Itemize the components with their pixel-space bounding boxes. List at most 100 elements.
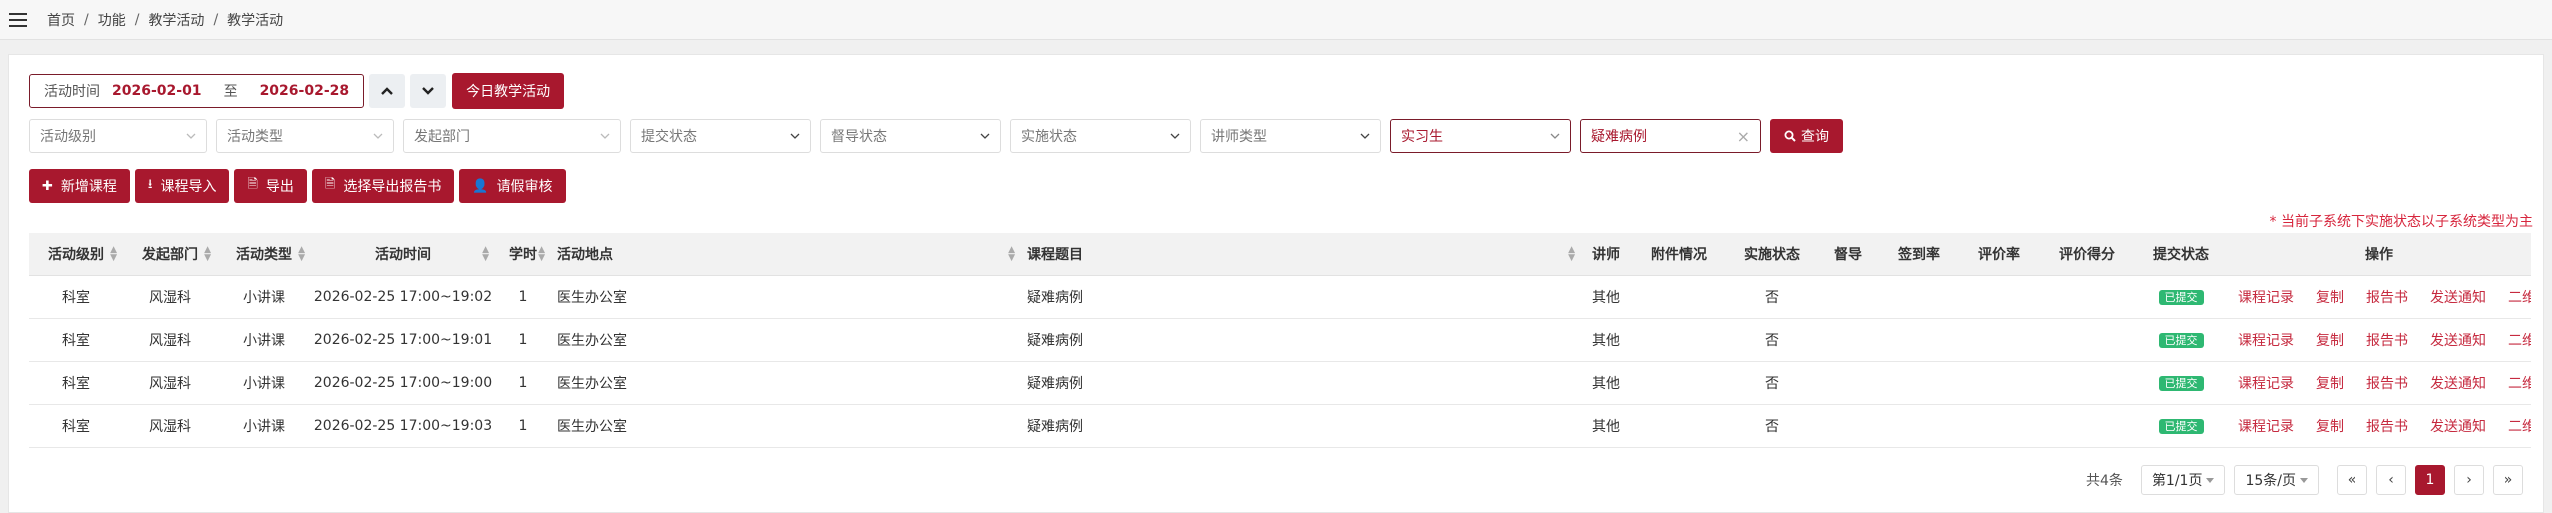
leave-review-button[interactable]: 👤 请假审核	[459, 169, 566, 203]
col-header[interactable]: 活动级别 ▲ ▼	[29, 233, 123, 276]
top-bar: 首页 / 功能 / 教学活动 / 教学活动	[0, 0, 2552, 40]
filter-lecturer-type[interactable]: 讲师类型	[1200, 119, 1381, 153]
op-report[interactable]: 报告书	[2366, 376, 2408, 392]
chevron-down-icon	[2300, 477, 2308, 483]
import-course-button[interactable]: ⭳ 课程导入	[134, 169, 230, 203]
op-course-record[interactable]: 课程记录	[2238, 290, 2294, 306]
col-header-label: 学时	[509, 246, 537, 263]
export-report-button[interactable]: 🗎 选择导出报告书	[311, 169, 455, 203]
op-notify[interactable]: 发送通知	[2430, 333, 2486, 349]
col-header[interactable]: 讲师	[1581, 233, 1631, 276]
op-report[interactable]: 报告书	[2366, 419, 2408, 435]
col-header[interactable]: 评价率	[1959, 233, 2039, 276]
col-header[interactable]: 发起部门 ▲ ▼	[123, 233, 217, 276]
chevron-down-icon	[1170, 133, 1180, 139]
col-header-label: 操作	[2365, 246, 2393, 263]
table-row: 科室 风湿科 小讲课 2026-02-25 17:00~19:00 1 医生办公…	[29, 361, 2531, 404]
plus-icon: ✚	[42, 178, 53, 194]
page-select[interactable]: 第1/1页	[2140, 465, 2226, 495]
cell-score	[2039, 404, 2135, 447]
col-header[interactable]: 活动类型 ▲ ▼	[217, 233, 311, 276]
col-header[interactable]: 实施状态	[1727, 233, 1817, 276]
col-header[interactable]: 签到率	[1879, 233, 1959, 276]
cell-submit: 已提交	[2135, 361, 2227, 404]
first-page-button[interactable]: «	[2337, 465, 2367, 495]
op-qrcode[interactable]: 二维码	[2508, 419, 2531, 435]
col-header[interactable]: 提交状态	[2135, 233, 2227, 276]
op-qrcode[interactable]: 二维码	[2508, 376, 2531, 392]
filter-intern[interactable]: 实习生	[1390, 119, 1571, 153]
col-header-label: 实施状态	[1744, 246, 1800, 263]
sort-icon[interactable]: ▲ ▼	[298, 245, 305, 262]
sort-icon[interactable]: ▲ ▼	[1568, 245, 1575, 262]
filter-department[interactable]: 发起部门	[403, 119, 621, 153]
search-icon	[1784, 130, 1796, 142]
export-button[interactable]: 🗎 导出	[234, 169, 307, 203]
last-page-button[interactable]: »	[2493, 465, 2523, 495]
breadcrumb-item-teaching[interactable]: 教学活动	[148, 10, 204, 30]
col-header[interactable]: 督导	[1817, 233, 1879, 276]
sort-icon[interactable]: ▲ ▼	[482, 245, 489, 262]
filter-activity-level[interactable]: 活动级别	[29, 119, 207, 153]
col-header[interactable]: 附件情况	[1631, 233, 1727, 276]
cell-type: 小讲课	[243, 289, 285, 306]
op-qrcode[interactable]: 二维码	[2508, 290, 2531, 306]
clear-icon[interactable]: ×	[1737, 127, 1750, 146]
col-header[interactable]: 学时 ▲ ▼	[495, 233, 551, 276]
op-copy[interactable]: 复制	[2316, 376, 2344, 392]
search-input[interactable]: 疑难病例 ×	[1580, 119, 1761, 153]
sort-icon[interactable]: ▲ ▼	[1008, 245, 1015, 262]
op-report[interactable]: 报告书	[2366, 333, 2408, 349]
op-copy[interactable]: 复制	[2316, 290, 2344, 306]
cell-sign	[1879, 361, 1959, 404]
op-course-record[interactable]: 课程记录	[2238, 419, 2294, 435]
cell-submit: 已提交	[2135, 318, 2227, 361]
date-range-picker[interactable]: 活动时间 2026-02-01 至 2026-02-28	[29, 74, 365, 108]
date-end[interactable]: 2026-02-28	[260, 83, 350, 99]
page-size-select[interactable]: 15条/页	[2234, 465, 2319, 495]
today-activities-button[interactable]: 今日教学活动	[452, 73, 565, 109]
add-course-button[interactable]: ✚ 新增课程	[29, 169, 130, 203]
filter-implementation-status[interactable]: 实施状态	[1010, 119, 1191, 153]
op-copy[interactable]: 复制	[2316, 333, 2344, 349]
breadcrumb-item-home[interactable]: 首页	[47, 10, 75, 30]
cell-eval	[1959, 275, 2039, 318]
op-course-record[interactable]: 课程记录	[2238, 333, 2294, 349]
op-notify[interactable]: 发送通知	[2430, 290, 2486, 306]
cell-sign	[1879, 404, 1959, 447]
sort-icon[interactable]: ▲ ▼	[538, 245, 545, 262]
filter-submit-status[interactable]: 提交状态	[630, 119, 811, 153]
page-number-button[interactable]: 1	[2415, 465, 2445, 495]
export-report-label: 选择导出报告书	[343, 179, 442, 195]
col-header[interactable]: 活动地点 ▲ ▼	[551, 233, 1021, 276]
next-page-button[interactable]: ›	[2454, 465, 2484, 495]
menu-icon[interactable]	[9, 12, 27, 27]
cell-level: 科室	[62, 418, 90, 435]
prev-page-button[interactable]: ‹	[2376, 465, 2406, 495]
op-report[interactable]: 报告书	[2366, 290, 2408, 306]
query-button[interactable]: 查询	[1770, 119, 1843, 153]
cell-place: 医生办公室	[557, 332, 627, 349]
sort-icon[interactable]: ▲ ▼	[110, 245, 117, 262]
op-qrcode[interactable]: 二维码	[2508, 333, 2531, 349]
sort-icon[interactable]: ▲ ▼	[204, 245, 211, 262]
filter-activity-type[interactable]: 活动类型	[216, 119, 394, 153]
op-notify[interactable]: 发送通知	[2430, 419, 2486, 435]
filter-supervision-status[interactable]: 督导状态	[820, 119, 1001, 153]
prev-month-button[interactable]	[369, 74, 406, 108]
cell-lecturer: 其他	[1592, 375, 1620, 392]
op-copy[interactable]: 复制	[2316, 419, 2344, 435]
date-start[interactable]: 2026-02-01	[112, 83, 202, 99]
filter-label: 提交状态	[641, 129, 697, 145]
op-course-record[interactable]: 课程记录	[2238, 376, 2294, 392]
col-header[interactable]: 课程题目 ▲ ▼	[1021, 233, 1581, 276]
col-header[interactable]: 活动时间 ▲ ▼	[311, 233, 495, 276]
filter-label: 实施状态	[1021, 129, 1077, 145]
add-course-label: 新增课程	[60, 179, 117, 195]
cell-ops: 课程记录 复制 报告书 发送通知 二维码	[2227, 404, 2531, 447]
status-badge: 已提交	[2158, 289, 2204, 305]
col-header[interactable]: 评价得分	[2039, 233, 2135, 276]
breadcrumb-item-feature[interactable]: 功能	[98, 10, 126, 30]
op-notify[interactable]: 发送通知	[2430, 376, 2486, 392]
next-month-button[interactable]	[410, 74, 447, 108]
